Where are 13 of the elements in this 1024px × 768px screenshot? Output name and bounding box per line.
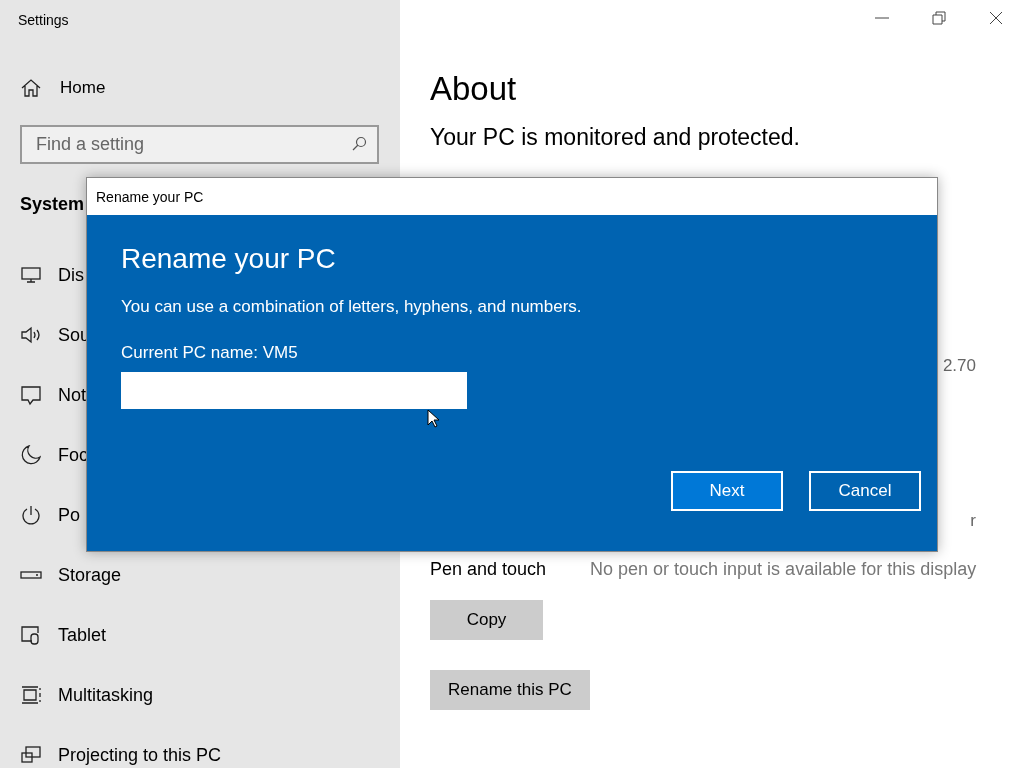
property-label: Pen and touch [430, 559, 548, 580]
status-text: Your PC is monitored and protected. [430, 124, 801, 151]
property-value: No pen or touch input is available for this display [590, 559, 977, 580]
text-fragment: r [970, 511, 976, 531]
text-fragment: 2.70 [942, 356, 976, 376]
current-name-label: Current PC name: VM5 [121, 343, 299, 363]
dialog-description: You can use a combination of letters, hyphens, and numbers. [121, 297, 583, 317]
page-heading: About [430, 70, 518, 108]
window-title: Settings [17, 11, 70, 28]
section-heading: System [20, 194, 85, 215]
home-label: Home [60, 78, 106, 98]
dialog-title: Rename your PC [87, 178, 937, 215]
dialog-heading: Rename your PC [121, 243, 337, 275]
